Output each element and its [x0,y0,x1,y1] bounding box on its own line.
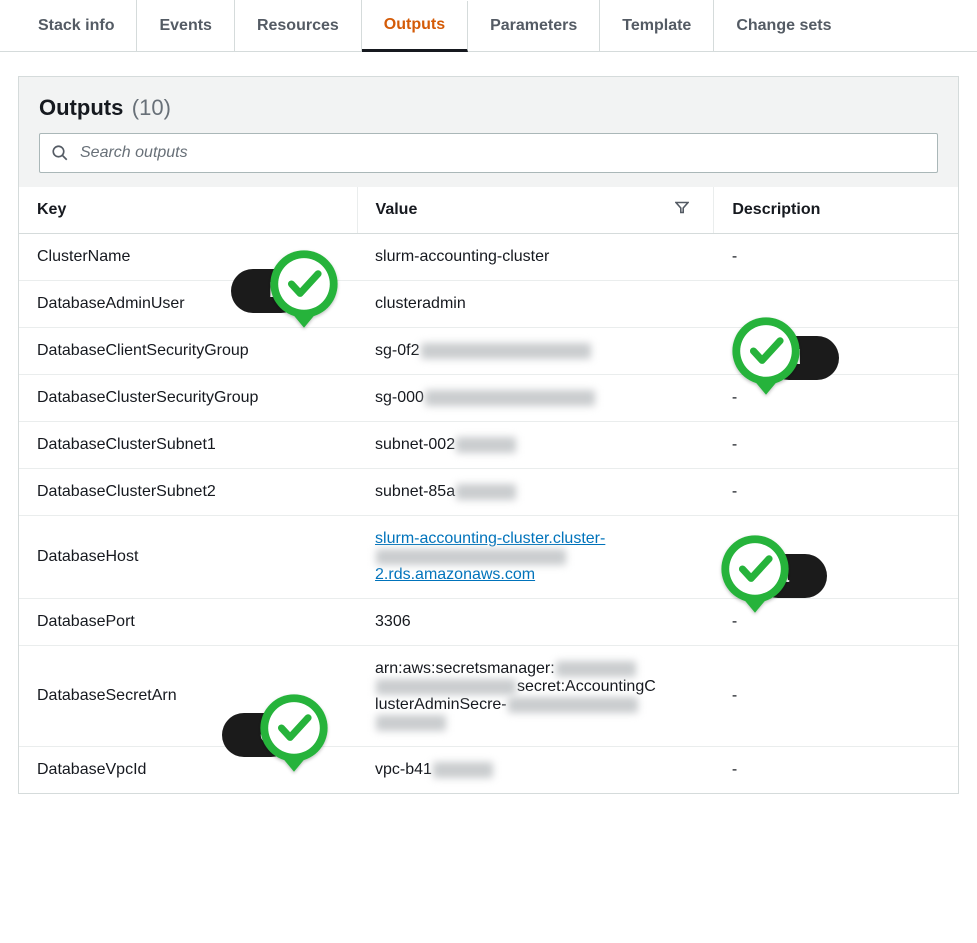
redacted-segment [376,549,566,565]
cell-key: DatabaseAdminUser [19,281,357,328]
table-row: DatabaseClientSecurityGroup sg-0f2 - [19,328,958,375]
search-wrap [39,133,938,173]
cell-key: DatabaseClusterSecurityGroup [19,375,357,422]
table-row: DatabaseHostslurm-accounting-cluster.clu… [19,516,958,599]
panel-header: Outputs (10) [19,77,958,187]
cell-description [714,281,958,328]
cell-key: DatabaseClientSecurityGroup [19,328,357,375]
redacted-segment [421,343,591,359]
cell-description: - [714,747,958,794]
outputs-panel: Outputs (10) Key Value [18,76,959,794]
redacted-segment [376,679,516,695]
cell-key: DatabaseVpcId [19,747,357,794]
cell-key: DatabaseSecretArn [19,646,357,747]
tab-parameters[interactable]: Parameters [468,0,600,51]
cell-key: DatabaseClusterSubnet2 [19,469,357,516]
tab-events[interactable]: Events [137,0,234,51]
tab-stack-info[interactable]: Stack info [16,0,137,51]
table-row: DatabaseAdminUser clusteradmin [19,281,958,328]
redacted-segment [456,437,516,453]
redacted-segment [433,762,493,778]
column-header-key-label: Key [37,201,66,218]
redacted-segment [376,715,446,731]
value-text: clusteradmin [375,295,466,312]
value-text: lusterAdminSecre- [375,696,507,713]
search-icon [51,144,69,162]
filter-icon [675,201,689,220]
cell-description: - [714,516,958,599]
column-header-key[interactable]: Key [19,187,357,234]
table-row: ClusterName slurm-accounting-cluster - [19,234,958,281]
tab-change-sets[interactable]: Change sets [714,0,853,51]
cell-key: DatabaseClusterSubnet1 [19,422,357,469]
value-text: slurm-accounting-cluster [375,248,549,265]
cell-description: - [714,599,958,646]
redacted-segment [456,484,516,500]
cell-value: sg-0f2 [357,328,714,375]
cell-key: ClusterName [19,234,357,281]
cell-value: subnet-85a [357,469,714,516]
value-text: sg-0f2 [375,342,419,359]
cell-key: DatabaseHost [19,516,357,599]
column-header-value[interactable]: Value [357,187,714,234]
search-input[interactable] [39,133,938,173]
cell-value: slurm-accounting-cluster [357,234,714,281]
value-text: sg-000 [375,389,424,406]
table-row: DatabaseVpcId vpc-b41 - [19,747,958,794]
redacted-segment [556,661,636,677]
table-row: DatabaseClusterSubnet1 subnet-002 - [19,422,958,469]
cell-value: subnet-002 [357,422,714,469]
column-header-value-label: Value [376,201,418,218]
value-text: arn:aws:secretsmanager: [375,660,555,677]
cell-description: - [714,422,958,469]
cell-description: - [714,328,958,375]
value-link[interactable]: slurm-accounting-cluster.cluster- [375,530,605,547]
cell-value: arn:aws:secretsmanager: secret:Accountin… [357,646,714,747]
tabs-bar: Stack infoEventsResourcesOutputsParamete… [0,0,977,52]
cell-description: - [714,469,958,516]
value-text: subnet-002 [375,436,455,453]
cell-value: vpc-b41 [357,747,714,794]
panel-title: Outputs [39,95,123,121]
cell-description: - [714,375,958,422]
tab-template[interactable]: Template [600,0,714,51]
value-text: subnet-85a [375,483,455,500]
value-text: vpc-b41 [375,761,432,778]
table-row: DatabasePort 3306 - [19,599,958,646]
value-link[interactable]: 2.rds.amazonaws.com [375,566,535,583]
outputs-table: Key Value Description ClusterName slurm-a… [19,187,958,793]
redacted-segment [508,697,638,713]
tab-resources[interactable]: Resources [235,0,362,51]
cell-description: - [714,234,958,281]
cell-value: clusteradmin [357,281,714,328]
redacted-segment [425,390,595,406]
value-text: 3306 [375,613,411,630]
column-header-description[interactable]: Description [714,187,958,234]
column-header-description-label: Description [732,201,820,218]
table-row: DatabaseClusterSecurityGroup sg-000 - [19,375,958,422]
cell-description: - [714,646,958,747]
cell-key: DatabasePort [19,599,357,646]
value-text: secret:AccountingC [517,678,656,695]
cell-value: 3306 [357,599,714,646]
cell-value: slurm-accounting-cluster.cluster- 2.rds.… [357,516,714,599]
tab-outputs[interactable]: Outputs [362,1,468,52]
table-row: DatabaseSecretArnarn:aws:secretsmanager:… [19,646,958,747]
panel-count: (10) [132,95,171,120]
cell-value: sg-000 [357,375,714,422]
table-row: DatabaseClusterSubnet2 subnet-85a - [19,469,958,516]
